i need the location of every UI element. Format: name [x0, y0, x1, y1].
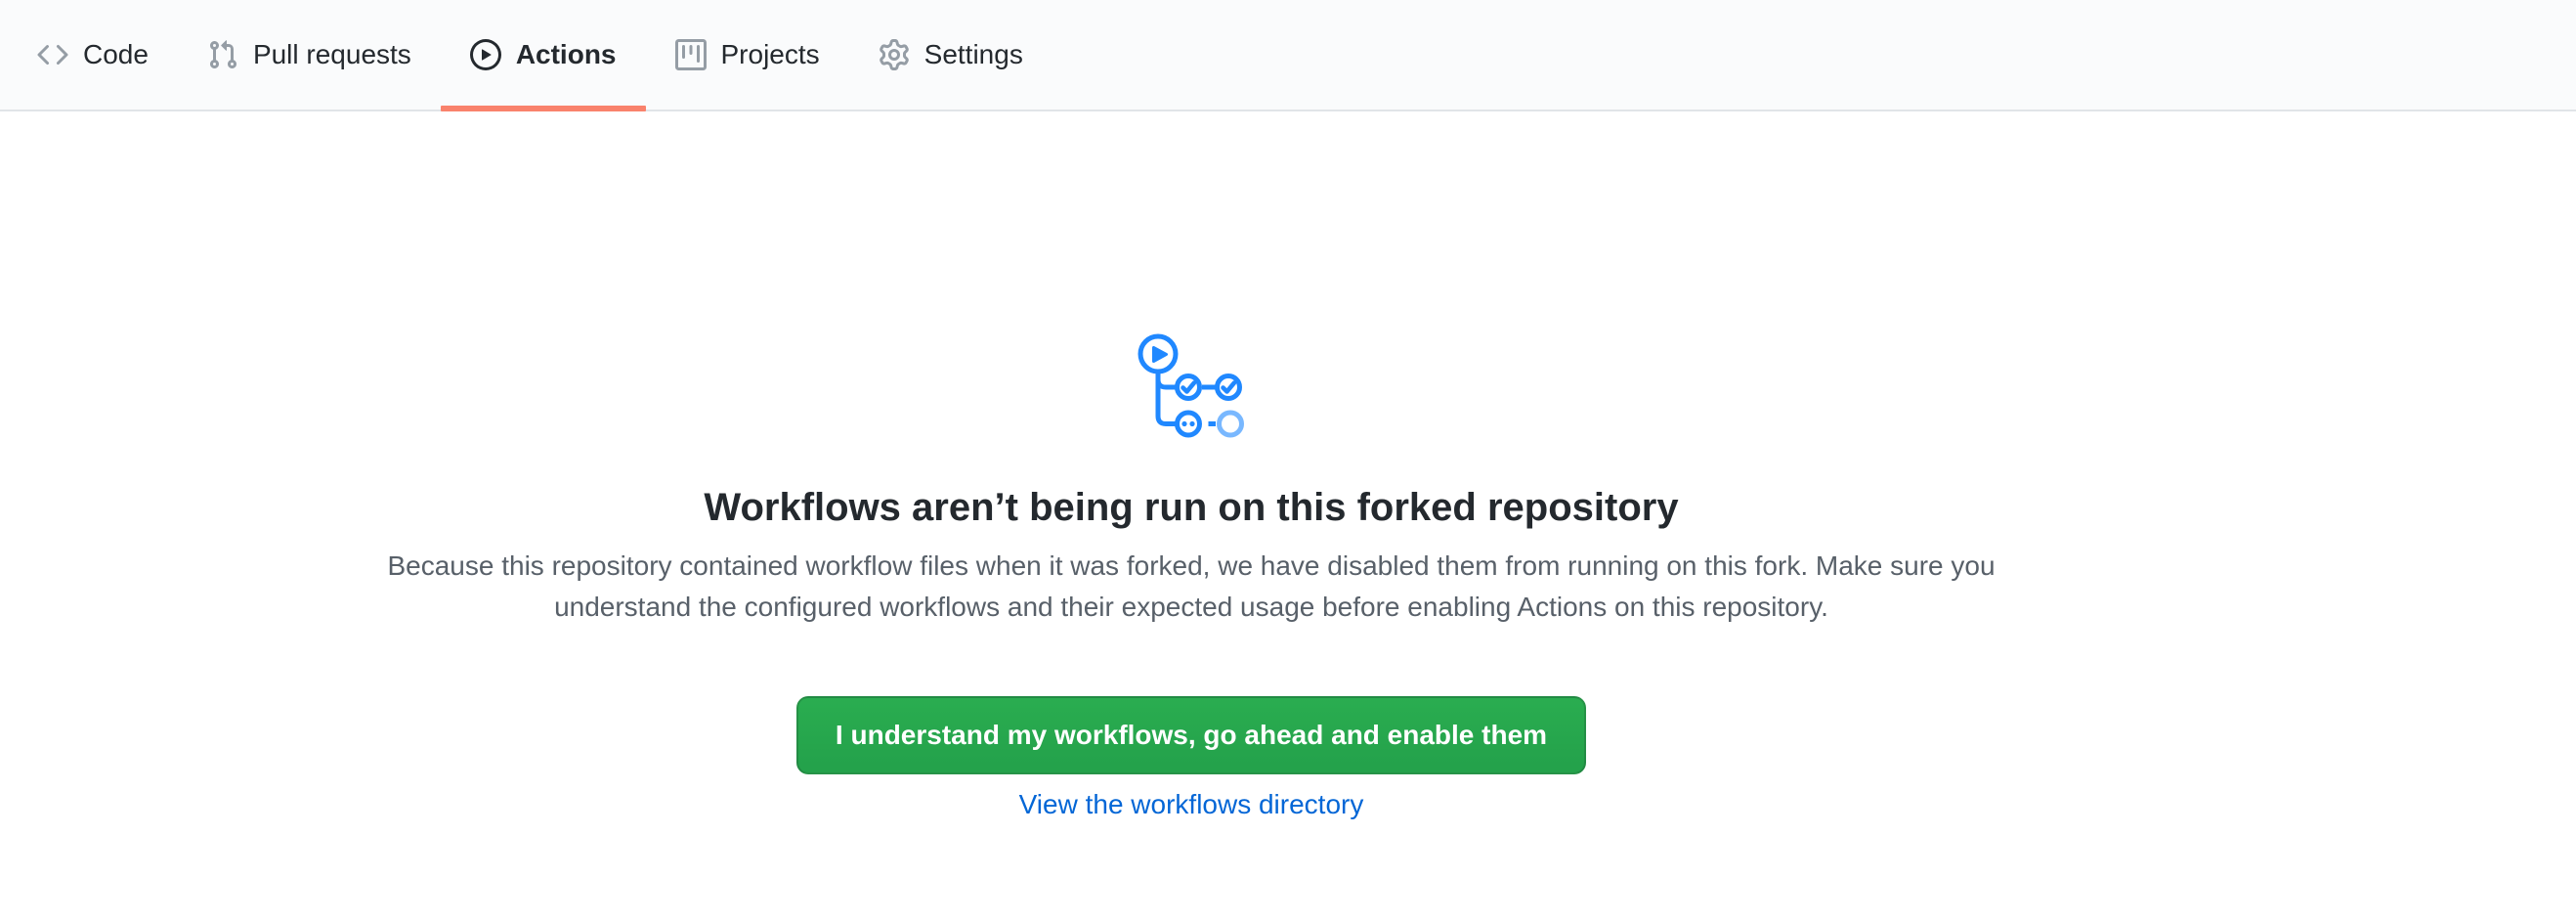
- tab-settings[interactable]: Settings: [849, 0, 1052, 110]
- tab-label: Projects: [721, 41, 820, 68]
- repo-header: Code Pull requests Actions Projects Sett…: [0, 0, 2576, 111]
- actions-row: I understand my workflows, go ahead and …: [0, 696, 2383, 774]
- git-pull-request-icon: [207, 39, 238, 70]
- link-row: View the workflows directory: [0, 784, 2383, 825]
- tab-label: Code: [83, 41, 149, 68]
- tab-pull-requests[interactable]: Pull requests: [178, 0, 441, 110]
- workflow-graph-icon: [0, 333, 2383, 446]
- empty-state-description: Because this repository contained workfl…: [380, 546, 2002, 628]
- project-icon: [675, 39, 707, 70]
- gear-icon: [879, 39, 910, 70]
- tab-label: Settings: [924, 41, 1023, 68]
- play-circle-icon: [470, 39, 501, 70]
- tab-projects[interactable]: Projects: [646, 0, 849, 110]
- tab-label: Actions: [516, 41, 617, 68]
- view-workflows-link[interactable]: View the workflows directory: [1019, 784, 1364, 825]
- tab-code[interactable]: Code: [8, 0, 178, 110]
- page-title: Workflows aren’t being run on this forke…: [0, 483, 2383, 532]
- workflows-disabled-blankslate: Workflows aren’t being run on this forke…: [0, 111, 2383, 825]
- enable-workflows-button[interactable]: I understand my workflows, go ahead and …: [796, 696, 1586, 774]
- repo-tab-nav: Code Pull requests Actions Projects Sett…: [0, 0, 2576, 110]
- active-tab-indicator: [441, 106, 646, 111]
- main-content: Workflows aren’t being run on this forke…: [0, 111, 2383, 825]
- tab-actions[interactable]: Actions: [441, 0, 646, 110]
- code-icon: [37, 39, 68, 70]
- tab-label: Pull requests: [253, 41, 411, 68]
